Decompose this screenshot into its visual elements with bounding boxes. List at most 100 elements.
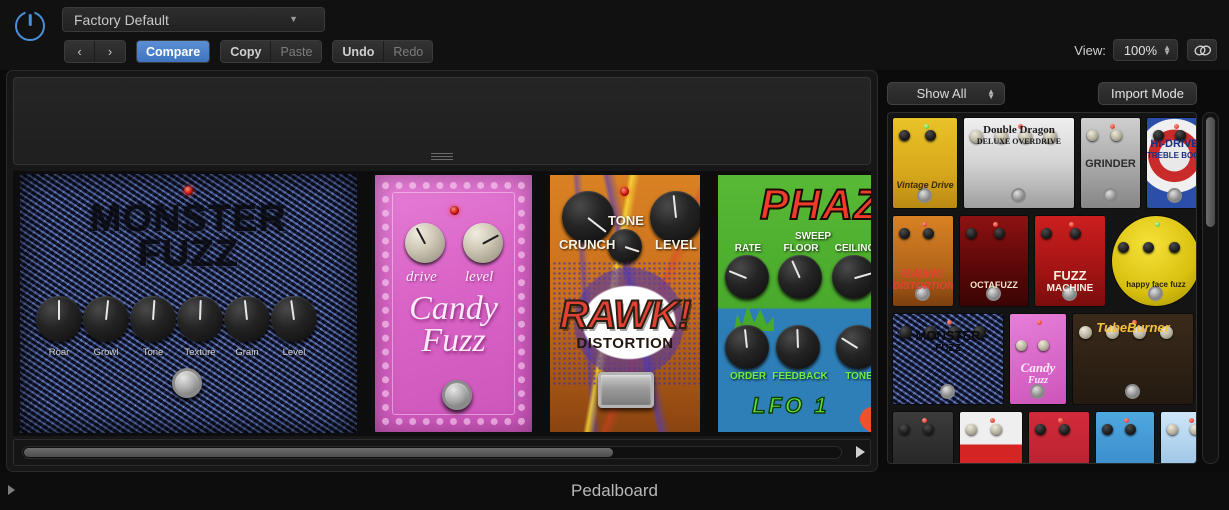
browser-pedal-hi-drive[interactable]: HI-DRIVETREBLE BOOST — [1146, 117, 1197, 209]
browser-row: Vintage Drive Double Dragon DELUXE OVERDRI… — [892, 117, 1197, 209]
next-preset-button[interactable]: › — [95, 41, 125, 62]
footswitch[interactable] — [172, 368, 202, 398]
stepper-up-down-icon: ▲ ▼ — [1163, 43, 1171, 57]
scroll-thumb[interactable] — [1206, 117, 1215, 227]
browser-pedal-candy-fuzz[interactable]: Candy Fuzz — [1009, 313, 1067, 405]
scroll-right-arrow-icon[interactable] — [856, 446, 865, 458]
thumbnail-led — [1109, 124, 1115, 129]
thumbnail-knob — [1102, 424, 1113, 435]
footswitch[interactable] — [442, 380, 472, 410]
scroll-track[interactable] — [22, 446, 842, 459]
browser-pedal-label: Double Dragon — [983, 124, 1055, 136]
knob-level[interactable] — [271, 296, 317, 342]
browser-pedal-vintage-drive[interactable]: Vintage Drive — [892, 117, 958, 209]
browser-pedal-distortion-pedal[interactable]: DISTORTION — [892, 411, 954, 463]
thumbnail-knob — [1125, 424, 1136, 435]
show-all-filter-menu[interactable]: Show All ▲ ▼ — [887, 82, 1005, 105]
browser-pedal-sublabel: FUZZ — [935, 343, 961, 354]
preset-name: Factory Default — [74, 11, 169, 28]
browser-pedal-dr-octave[interactable]: Dr. Octave — [959, 411, 1023, 463]
pedal-title: RAWK! — [559, 292, 693, 338]
browser-pedal-sky-pedal[interactable] — [1160, 411, 1196, 463]
thumbnail-knob — [991, 424, 1002, 435]
knob-rate[interactable] — [725, 255, 769, 299]
knob-label-tone: Tone — [142, 347, 164, 358]
knob-level[interactable] — [463, 223, 503, 263]
browser-row: DISTORTIONDr. Octave — [892, 411, 1196, 463]
view-zoom-stepper[interactable]: 100% ▲ ▼ — [1112, 39, 1178, 61]
browser-pedal-tubeburner[interactable]: TubeBurner — [1072, 313, 1194, 405]
browser-row: RAWK! DISTORTION OCTAFUZZ FUZZ MACHINE happy … — [892, 215, 1196, 307]
browser-pedal-fuzz-machine[interactable]: FUZZ MACHINE — [1034, 215, 1106, 307]
knob-grain[interactable] — [224, 296, 270, 342]
thumbnail-knob — [1190, 424, 1196, 435]
knob-floor[interactable] — [778, 255, 822, 299]
browser-pedal-rawk-distortion[interactable]: RAWK! DISTORTION — [892, 215, 954, 307]
thumbnail-knob — [1143, 242, 1155, 253]
thumbnail-footswitch — [940, 384, 955, 399]
paste-button[interactable]: Paste — [271, 41, 322, 62]
browser-pedal-octafuzz[interactable]: OCTAFUZZ — [959, 215, 1029, 307]
led-indicator — [450, 206, 459, 215]
preset-menu[interactable]: Factory Default ▼ — [62, 7, 325, 32]
knob-label-ceiling: CEILING — [834, 243, 871, 254]
thumbnail-footswitch — [917, 188, 932, 203]
show-all-label: Show All — [916, 86, 967, 101]
footswitch[interactable] — [598, 372, 654, 408]
pedal-monster-fuzz[interactable]: MONSTER FUZZ Roar Growl Tone Texture Gra… — [17, 171, 360, 436]
knob-level[interactable] — [650, 191, 700, 243]
browser-pedal-label: happy face fuzz — [1126, 280, 1186, 289]
thumbnail-led — [990, 418, 995, 423]
browser-pedal-blue-cloud-pedal[interactable] — [1095, 411, 1155, 463]
knob-roar[interactable] — [36, 296, 82, 342]
browser-pedal-sublabel: TREBLE BOOST — [1147, 151, 1196, 160]
knob-label-level: level — [465, 269, 494, 285]
pedal-rawk-distortion[interactable]: CRUNCH TONE LEVEL RAWK! DISTORTION — [546, 171, 704, 436]
browser-pedal-monster-fuzz[interactable]: MONSTER FUZZ — [892, 313, 1004, 405]
knob-label-level: Level — [282, 347, 306, 358]
knob-label-feedback: FEEDBACK — [772, 371, 828, 382]
browser-pedal-grinder[interactable]: GRINDER — [1080, 117, 1141, 209]
knob-ceiling[interactable] — [832, 255, 871, 299]
browser-pedal-label: HI-DRIVE — [1150, 138, 1197, 150]
thumbnail-knob — [1118, 242, 1129, 253]
power-button[interactable] — [12, 8, 48, 44]
pedal-browser: Show All ▲ ▼ Import Mode Vintage Drive Dou… — [884, 70, 1224, 472]
thumbnail-knob — [1070, 228, 1081, 239]
compare-button[interactable]: Compare — [137, 41, 210, 62]
thumbnail-knob — [1038, 340, 1049, 351]
import-mode-button[interactable]: Import Mode — [1098, 82, 1197, 105]
browser-pedal-double-dragon[interactable]: Double Dragon DELUXE OVERDRIVE — [963, 117, 1075, 209]
thumbnail-footswitch — [1102, 188, 1118, 203]
browser-pedal-happy-face-fuzz[interactable]: happy face fuzz — [1111, 215, 1196, 307]
knob-feedback[interactable] — [776, 325, 820, 369]
scroll-thumb[interactable] — [24, 448, 613, 457]
thumbnail-knob — [1087, 130, 1098, 141]
browser-vertical-scrollbar[interactable] — [1202, 112, 1219, 464]
browser-pedal-grid[interactable]: Vintage Drive Double Dragon DELUXE OVERDRI… — [887, 112, 1197, 464]
thumbnail-led — [922, 418, 927, 423]
previous-preset-button[interactable]: ‹ — [65, 41, 95, 62]
thumbnail-knob — [899, 424, 910, 435]
pedal-title: MONSTER FUZZ — [90, 198, 287, 275]
knob-drive[interactable] — [405, 223, 445, 263]
link-button[interactable] — [1187, 39, 1217, 61]
knob-tone[interactable] — [130, 296, 176, 342]
knob-order[interactable] — [725, 325, 769, 369]
redo-button[interactable]: Redo — [384, 41, 433, 62]
copy-button[interactable]: Copy — [221, 41, 272, 62]
pedal-phaser[interactable]: PHAZ SWEEP RATE FLOOR CEILING MIX ORDER … — [714, 171, 871, 436]
routing-macro-area[interactable] — [13, 77, 871, 165]
resize-grip-icon[interactable] — [431, 153, 453, 160]
undo-button[interactable]: Undo — [333, 41, 385, 62]
pedal-candy-fuzz[interactable]: drive level Candy Fuzz — [371, 171, 536, 436]
thumbnail-knob — [1041, 228, 1052, 239]
pedalboard-horizontal-scrollbar[interactable] — [13, 439, 871, 466]
knob-texture[interactable] — [177, 296, 223, 342]
knob-growl[interactable] — [83, 296, 129, 342]
browser-pedal-red-grille-pedal[interactable] — [1028, 411, 1090, 463]
pedal-strip: MONSTER FUZZ Roar Growl Tone Texture Gra… — [13, 171, 871, 436]
thumbnail-knob — [923, 228, 934, 239]
knob-crunch[interactable] — [562, 191, 614, 243]
pedal-subtitle: DISTORTION — [576, 335, 674, 352]
